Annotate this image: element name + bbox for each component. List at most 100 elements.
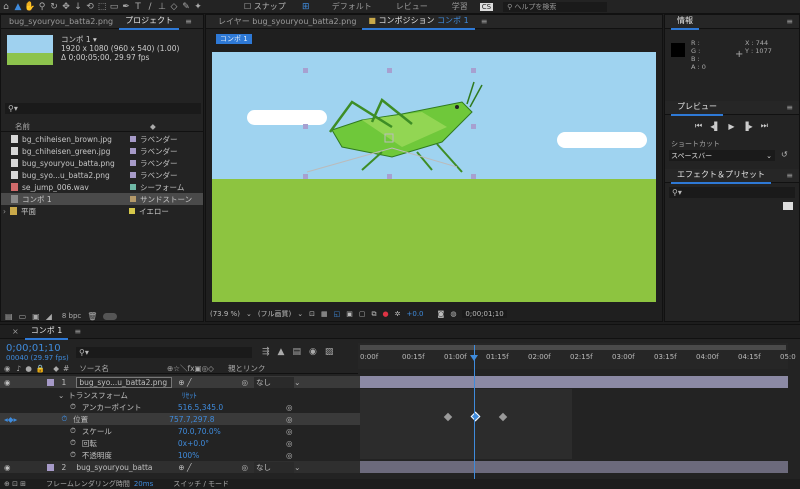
parent-select[interactable]: なし	[254, 376, 295, 388]
selection-tool-icon[interactable]: ▲	[12, 1, 24, 13]
pin-icon[interactable]: ⊞	[300, 1, 312, 13]
close-icon[interactable]: ×	[6, 325, 25, 339]
list-item[interactable]: bug_syo...u_batta2.png ラベンダー	[1, 169, 203, 181]
label-swatch[interactable]	[129, 208, 135, 214]
grid-icon[interactable]: ▦	[321, 310, 328, 318]
audio-icon[interactable]: ♪	[17, 364, 22, 373]
layer-row[interactable]: ◉ 1 bug_syo...u_batta2.png ⊕ ╱ ◎ なし ⌄	[0, 376, 360, 388]
label-icon[interactable]: ◆	[53, 364, 59, 373]
reset-icon[interactable]: ↺	[781, 150, 788, 159]
bit-depth[interactable]: 8 bpc	[62, 312, 81, 320]
show-snapshot-icon[interactable]: ◍	[450, 310, 456, 318]
delete-icon[interactable]: 🗑	[87, 312, 97, 321]
last-frame-icon[interactable]: ⏭	[761, 121, 768, 131]
stopwatch-icon[interactable]: ⏱	[70, 438, 76, 448]
label-swatch[interactable]	[130, 160, 136, 166]
menu-icon[interactable]: ≡	[780, 169, 799, 183]
home-icon[interactable]: ⌂	[0, 1, 12, 13]
expression-icon[interactable]: ◎	[286, 415, 293, 424]
property-row[interactable]: ◂◆▸ ⏱ 位置 757.7,297.8 ◎	[0, 413, 360, 425]
clone-tool-icon[interactable]: ⊥	[156, 1, 168, 13]
layer-row[interactable]: ◉ 2 bug_syouryou_batta ⊕ ╱ ◎ なし ⌄	[0, 461, 360, 473]
chevron-down-icon[interactable]: ⌄	[294, 378, 300, 387]
first-frame-icon[interactable]: ⏮	[695, 121, 702, 131]
playhead-handle[interactable]	[470, 355, 478, 361]
tab-timeline[interactable]: コンポ 1	[24, 324, 69, 340]
grasshopper-layer[interactable]	[212, 52, 656, 302]
chevron-down-icon[interactable]: ⌄	[294, 463, 300, 472]
snapshot-view-icon[interactable]: ▢	[359, 310, 366, 318]
stopwatch-icon[interactable]: ⏱	[70, 450, 76, 460]
quality-select[interactable]: (フル画質)	[258, 309, 291, 319]
tab-preview[interactable]: プレビュー	[671, 100, 723, 116]
eye-icon[interactable]: ◉	[4, 463, 11, 472]
puppet-tool-icon[interactable]: ✦	[192, 1, 204, 13]
pan-tool-icon[interactable]: ✥	[60, 1, 72, 13]
adjust-icon[interactable]: ◢	[46, 312, 52, 321]
list-item[interactable]: コンポ 1 サンドストーン	[1, 193, 203, 205]
color-channel-icon[interactable]: ●	[383, 310, 389, 318]
pickwhip-icon[interactable]: ◎	[242, 463, 249, 472]
sync-icon[interactable]: CS	[479, 2, 494, 11]
camera-icon[interactable]: ◙	[438, 310, 445, 318]
prev-frame-icon[interactable]: ◂▌	[710, 122, 720, 131]
list-item[interactable]: bug_syouryou_batta.png ラベンダー	[1, 157, 203, 169]
expression-icon[interactable]: ◎	[286, 451, 293, 460]
layer-switches[interactable]: ⊕ ╱	[178, 463, 191, 472]
property-value[interactable]: 516.5,345.0	[178, 403, 223, 412]
toggle-icon[interactable]	[103, 312, 118, 320]
gear-icon[interactable]: ✲	[395, 310, 401, 318]
eye-icon[interactable]: ◉	[4, 364, 11, 373]
switch-icons[interactable]: ⊕☆＼fx▣◎◇	[167, 363, 214, 374]
help-search-input[interactable]: ⚲ ヘルプを検索	[503, 1, 608, 12]
viewer-timecode[interactable]: 0;00;01;10	[462, 310, 507, 318]
label-swatch[interactable]	[130, 148, 136, 154]
label-swatch[interactable]	[46, 463, 54, 471]
property-value[interactable]: 70.0,70.0%	[178, 427, 221, 436]
rotate-tool-icon[interactable]: ⟲	[84, 1, 96, 13]
exposure-value[interactable]: +0.0	[407, 310, 424, 318]
parent-select[interactable]: なし	[254, 461, 295, 473]
property-row[interactable]: ⏱ スケール 70.0,70.0% ◎	[0, 425, 360, 437]
layer-name[interactable]: bug_syouryou_batta	[76, 463, 172, 472]
label-swatch[interactable]	[130, 136, 136, 142]
layer-bar[interactable]	[360, 461, 788, 473]
new-comp-icon[interactable]: ▣	[32, 312, 40, 321]
region-icon[interactable]: ⊡	[309, 310, 315, 318]
property-row[interactable]: ⏱ 不透明度 100% ◎	[0, 449, 360, 461]
list-item[interactable]: bg_chiheisen_green.jpg ラベンダー	[1, 145, 203, 157]
frame-blend-icon[interactable]: ▤	[292, 347, 301, 357]
tab-layer[interactable]: レイヤー bug_syouryou_batta2.png	[212, 15, 362, 29]
list-item[interactable]: › 平面 イエロー	[1, 205, 203, 217]
brush-tool-icon[interactable]: /	[144, 1, 156, 13]
orbit-tool-icon[interactable]: ↻	[48, 1, 60, 13]
menu-icon[interactable]: ≡	[179, 15, 198, 29]
list-item[interactable]: bg_chiheisen_brown.jpg ラベンダー	[1, 133, 203, 145]
eye-icon[interactable]: ◉	[4, 378, 11, 387]
layer-switches[interactable]: ⊕ ╱	[178, 378, 191, 387]
expression-icon[interactable]: ◎	[286, 439, 293, 448]
timeline-search-input[interactable]: ⚲▾	[76, 347, 252, 358]
property-row[interactable]: ⏱ アンカーポイント 516.5,345.0 ◎	[0, 401, 360, 413]
timeline-timecode[interactable]: 0;00;01;10	[6, 343, 61, 354]
work-area-bar[interactable]	[360, 345, 786, 350]
roto-tool-icon[interactable]: ✎	[180, 1, 192, 13]
mask-tool-icon[interactable]: ▭	[108, 1, 120, 13]
next-frame-icon[interactable]: ▐▸	[743, 122, 753, 131]
shy-icon[interactable]: ▲	[278, 347, 285, 357]
property-value[interactable]: 757.7,297.8	[169, 415, 214, 424]
eraser-tool-icon[interactable]: ◇	[168, 1, 180, 13]
effects-search-input[interactable]: ⚲▾	[669, 187, 795, 198]
zoom-tool-icon[interactable]: ⚲	[36, 1, 48, 13]
playhead[interactable]	[474, 345, 475, 485]
workspace-review[interactable]: レビュー	[390, 0, 434, 14]
hand-tool-icon[interactable]: ✋	[24, 1, 36, 13]
toggle-switches-icon[interactable]: ⊕ ⊡ ⊞	[4, 480, 26, 488]
channel-icon[interactable]: ⧉	[372, 310, 377, 319]
tab-effects-presets[interactable]: エフェクト＆プリセット	[671, 168, 771, 184]
mask-visibility-icon[interactable]: ◱	[334, 310, 341, 318]
project-search-input[interactable]: ⚲▾	[5, 103, 201, 114]
label-swatch[interactable]	[46, 378, 54, 386]
dolly-tool-icon[interactable]: ↓	[72, 1, 84, 13]
menu-icon[interactable]: ≡	[68, 325, 87, 339]
